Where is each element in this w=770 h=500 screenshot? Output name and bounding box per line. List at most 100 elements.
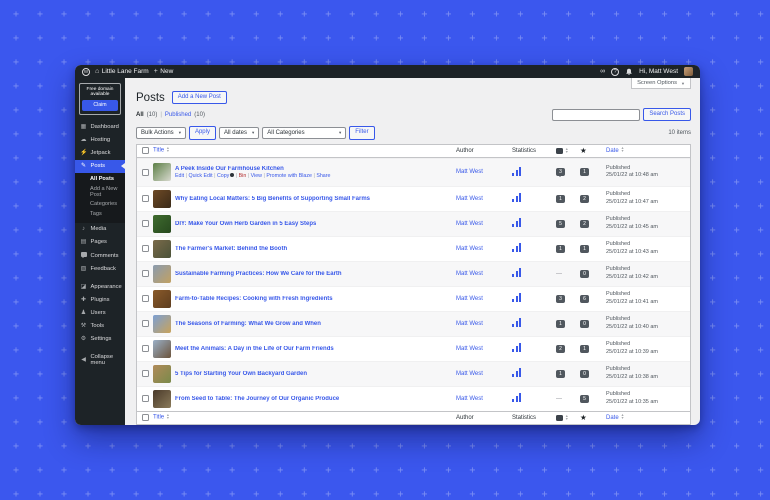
bell-icon[interactable] (625, 68, 633, 76)
row-action-promote-with-blaze[interactable]: Promote with Blaze (266, 173, 312, 179)
post-title-link[interactable]: The Seasons of Farming: What We Grow and… (175, 321, 321, 327)
screen-options-button[interactable]: Screen Options ▼ (631, 78, 691, 89)
row-checkbox[interactable] (142, 245, 149, 252)
post-title-link[interactable]: Sustainable Farming Practices: How We Ca… (175, 271, 342, 277)
post-thumbnail[interactable] (153, 390, 171, 408)
like-count-badge[interactable]: 5 (580, 395, 589, 403)
sidebar-item-media[interactable]: ♪Media (75, 223, 125, 236)
sidebar-item-dashboard[interactable]: ▦Dashboard (75, 121, 125, 134)
dates-select[interactable]: All dates ▾ (219, 127, 259, 139)
sidebar-item-tools[interactable]: ⚒Tools (75, 319, 125, 332)
author-link[interactable]: Matt West (456, 396, 483, 402)
like-count-badge[interactable]: 2 (580, 195, 589, 203)
wordpress-logo-icon[interactable]: W (82, 68, 90, 76)
post-title-link[interactable]: The Farmer's Market: Behind the Booth (175, 246, 287, 252)
stats-bars-icon[interactable] (512, 218, 522, 227)
site-menu[interactable]: ⌂ Little Lane Farm (95, 68, 149, 75)
help-icon[interactable]: ? (611, 68, 619, 76)
post-title-link[interactable]: DIY: Make Your Own Herb Garden in 5 Easy… (175, 221, 316, 227)
post-thumbnail[interactable] (153, 290, 171, 308)
sidebar-subitem-add-a-new-post[interactable]: Add a New Post (90, 184, 123, 200)
sidebar-item-pages[interactable]: ▤Pages (75, 236, 125, 249)
infinity-icon[interactable]: ∞ (600, 68, 605, 75)
avatar[interactable] (684, 67, 693, 76)
search-input[interactable] (552, 109, 640, 121)
post-thumbnail[interactable] (153, 365, 171, 383)
row-action-quick-edit[interactable]: Quick Edit (188, 173, 212, 179)
sidebar-item-posts[interactable]: ✎Posts (75, 160, 125, 173)
stats-bars-icon[interactable] (512, 293, 522, 302)
comment-count-badge[interactable]: 1 (556, 195, 565, 203)
post-thumbnail[interactable] (153, 340, 171, 358)
sidebar-item-appearance[interactable]: ◪Appearance (75, 280, 125, 293)
comment-count-badge[interactable]: 1 (556, 245, 565, 253)
sidebar-item-settings[interactable]: ⚙Settings (75, 332, 125, 345)
stats-bars-icon[interactable] (512, 343, 522, 352)
sidebar-item-comments[interactable]: Comments (75, 249, 125, 263)
author-link[interactable]: Matt West (456, 246, 483, 252)
date-sort-link[interactable]: Date▲▼ (606, 415, 624, 421)
row-checkbox[interactable] (142, 169, 149, 176)
row-action-copy[interactable]: Copy (217, 173, 229, 179)
post-thumbnail[interactable] (153, 215, 171, 233)
sidebar-subitem-categories[interactable]: Categories (90, 200, 123, 210)
author-link[interactable]: Matt West (456, 196, 483, 202)
row-action-edit[interactable]: Edit (175, 173, 184, 179)
bulk-actions-select[interactable]: Bulk Actions ▾ (136, 127, 186, 139)
date-sort-link[interactable]: Date▲▼ (606, 148, 624, 154)
stats-bars-icon[interactable] (512, 243, 522, 252)
new-post-menu[interactable]: + New (154, 68, 174, 75)
sidebar-item-collapse[interactable]: ◀Collapse menu (75, 350, 125, 369)
like-count-badge[interactable]: 0 (580, 270, 589, 278)
stats-bars-icon[interactable] (512, 167, 522, 176)
post-title-link[interactable]: Meet the Animals: A Day in the Life of O… (175, 346, 334, 352)
author-link[interactable]: Matt West (456, 271, 483, 277)
row-checkbox[interactable] (142, 195, 149, 202)
sidebar-item-users[interactable]: ♟Users (75, 306, 125, 319)
like-count-badge[interactable]: 1 (580, 345, 589, 353)
post-title-link[interactable]: 5 Tips for Starting Your Own Backyard Ga… (175, 371, 307, 377)
like-count-badge[interactable]: 1 (580, 168, 589, 176)
title-sort-link[interactable]: Title▲▼ (153, 414, 170, 421)
post-thumbnail[interactable] (153, 240, 171, 258)
author-link[interactable]: Matt West (456, 371, 483, 377)
apply-button[interactable]: Apply (189, 126, 216, 139)
search-posts-button[interactable]: Search Posts (643, 108, 691, 121)
row-action-share[interactable]: Share (316, 173, 330, 179)
like-count-badge[interactable]: 6 (580, 295, 589, 303)
author-link[interactable]: Matt West (456, 221, 483, 227)
author-link[interactable]: Matt West (456, 321, 483, 327)
row-checkbox[interactable] (142, 320, 149, 327)
stats-bars-icon[interactable] (512, 193, 522, 202)
row-checkbox[interactable] (142, 220, 149, 227)
stats-bars-icon[interactable] (512, 318, 522, 327)
view-published-link[interactable]: Published (165, 112, 191, 118)
select-all-checkbox[interactable] (142, 414, 149, 421)
post-title-link[interactable]: A Peek Inside Our Farmhouse Kitchen (175, 166, 330, 172)
select-all-checkbox[interactable] (142, 147, 149, 154)
sidebar-item-hosting[interactable]: ☁Hosting (75, 134, 125, 147)
post-thumbnail[interactable] (153, 265, 171, 283)
sidebar-subitem-tags[interactable]: Tags (90, 209, 123, 219)
sidebar-subitem-all-posts[interactable]: All Posts (90, 175, 123, 185)
claim-domain-button[interactable]: Claim (82, 100, 118, 111)
row-checkbox[interactable] (142, 395, 149, 402)
row-checkbox[interactable] (142, 295, 149, 302)
stats-bars-icon[interactable] (512, 393, 522, 402)
stats-bars-icon[interactable] (512, 368, 522, 377)
filter-button[interactable]: Filter (349, 126, 374, 139)
post-thumbnail[interactable] (153, 190, 171, 208)
row-action-view[interactable]: View (251, 173, 262, 179)
post-title-link[interactable]: From Seed to Table: The Journey of Our O… (175, 396, 339, 402)
like-count-badge[interactable]: 0 (580, 320, 589, 328)
sidebar-item-feedback[interactable]: ▧Feedback (75, 262, 125, 275)
sidebar-item-jetpack[interactable]: ⚡Jetpack (75, 147, 125, 160)
post-thumbnail[interactable] (153, 163, 171, 181)
author-link[interactable]: Matt West (456, 296, 483, 302)
like-count-badge[interactable]: 1 (580, 245, 589, 253)
row-checkbox[interactable] (142, 370, 149, 377)
user-greeting[interactable]: Hi, Matt West (639, 68, 678, 75)
categories-select[interactable]: All Categories ▾ (262, 127, 346, 139)
title-sort-link[interactable]: Title▲▼ (153, 147, 170, 154)
comment-count-badge[interactable]: 2 (556, 345, 565, 353)
